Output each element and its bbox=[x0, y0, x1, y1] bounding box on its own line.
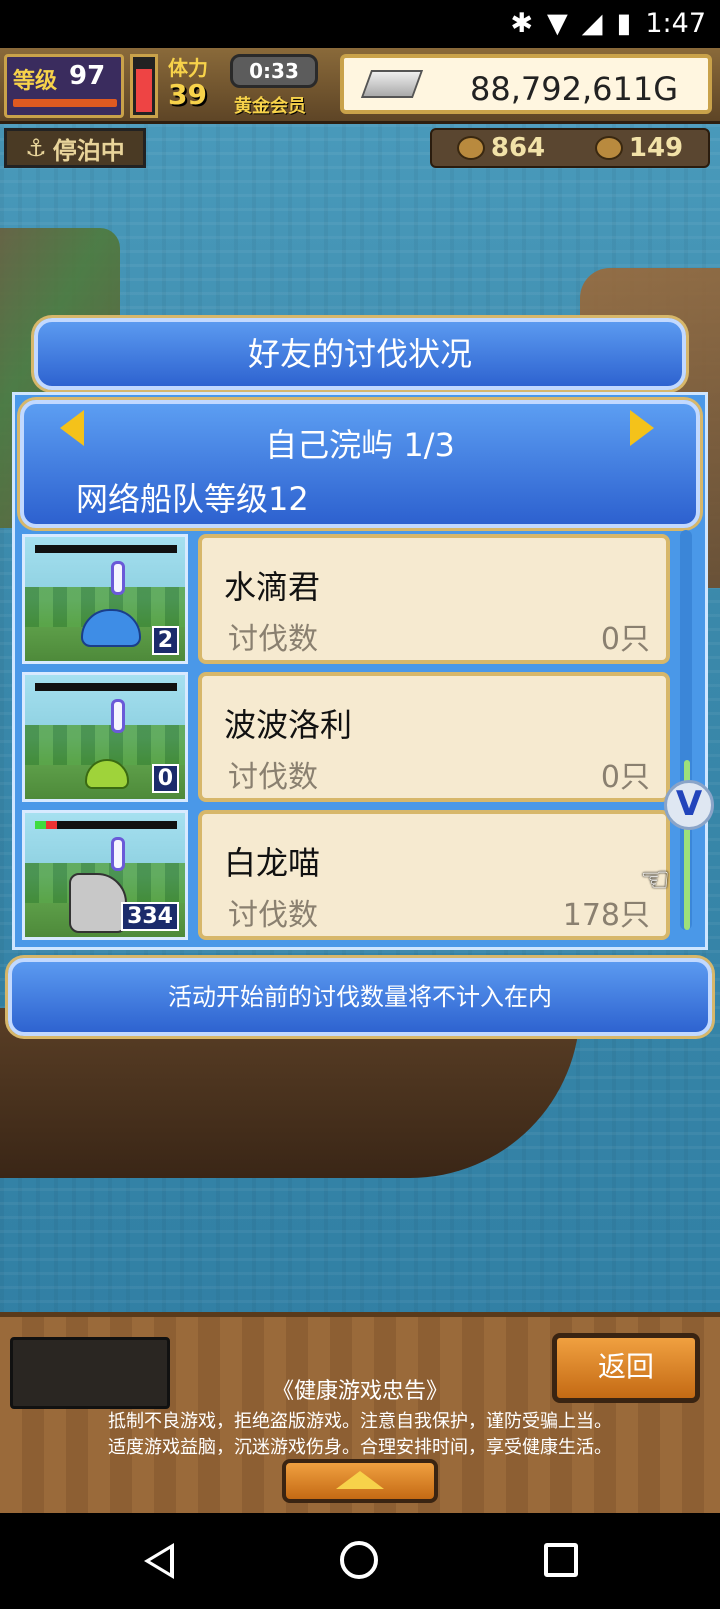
hand-pointer-icon: ☜ bbox=[640, 860, 671, 900]
kill-label: 讨伐数 bbox=[228, 760, 318, 795]
monster-name: 白龙喵 bbox=[224, 844, 321, 882]
nav-home-icon[interactable] bbox=[340, 1541, 378, 1579]
kill-value: 0只 bbox=[600, 622, 650, 657]
medal-icon bbox=[594, 136, 623, 160]
wifi-icon: ▼ bbox=[546, 8, 568, 39]
list-item[interactable]: 2 水滴君 讨伐数 0只 bbox=[22, 534, 670, 664]
cannon-icon bbox=[456, 136, 485, 160]
status-bar: ✱ ▼ ◢ ▮ 1:47 bbox=[0, 0, 720, 48]
advisory-line-2: 适度游戏益脑，沉迷游戏伤身。合理安排时间，享受健康生活。 bbox=[108, 1437, 612, 1458]
monster-thumbnail: 0 bbox=[22, 672, 188, 802]
battery-icon: ▮ bbox=[616, 8, 632, 39]
kill-value: 178只 bbox=[562, 898, 650, 933]
monster-name: 水滴君 bbox=[224, 568, 321, 606]
exclamation-icon bbox=[111, 561, 125, 595]
sub-hud: ⚓ 停泊中 864 149 bbox=[0, 124, 720, 168]
list-item[interactable]: 0 波波洛利 讨伐数 0只 bbox=[22, 672, 670, 802]
monster-hp-bar bbox=[35, 683, 177, 691]
monster-hp-bar bbox=[35, 821, 177, 829]
dialog-title: 好友的讨伐状况 bbox=[34, 318, 686, 390]
nav-back-icon[interactable] bbox=[144, 1543, 174, 1579]
docked-label: 停泊中 bbox=[52, 136, 125, 165]
up-arrow-icon bbox=[336, 1471, 384, 1489]
gold-value: 88,792,611G bbox=[469, 70, 678, 108]
monster-name: 波波洛利 bbox=[224, 706, 353, 744]
advisory-line-1: 抵制不良游戏，拒绝盗版游戏。注意自我保护，谨防受骗上当。 bbox=[108, 1411, 612, 1432]
level-label: 等级 bbox=[13, 69, 58, 94]
monster-thumbnail: 334 bbox=[22, 810, 188, 940]
resource-1-value: 864 bbox=[490, 133, 546, 163]
resources-panel: 864 149 bbox=[430, 128, 710, 168]
gold-panel: 88,792,611G bbox=[340, 54, 712, 114]
android-nav-bar bbox=[0, 1513, 720, 1609]
bottom-panel: 返回 《健康游戏忠告》 抵制不良游戏，拒绝盗版游戏。注意自我保护，谨防受骗上当。… bbox=[0, 1312, 720, 1513]
monster-hp-bar bbox=[35, 545, 177, 553]
silver-bar-icon bbox=[360, 70, 424, 98]
fleet-level: 网络船队等级12 bbox=[76, 480, 309, 518]
level-panel: 等级 97 bbox=[4, 54, 124, 118]
exclamation-icon bbox=[111, 837, 125, 871]
kill-label: 讨伐数 bbox=[228, 622, 318, 657]
notice-banner: 活动开始前的讨伐数量将不计入在内 bbox=[8, 958, 712, 1036]
monster-card: 白龙喵 讨伐数 178只 bbox=[198, 810, 670, 940]
monster-count: 2 bbox=[151, 626, 179, 655]
kill-value: 0只 bbox=[600, 760, 650, 795]
kill-label: 讨伐数 bbox=[228, 898, 318, 933]
resource-2-value: 149 bbox=[628, 133, 684, 163]
white-dragon-monster-icon bbox=[69, 873, 127, 933]
stamina-timer: 0:33 bbox=[230, 54, 318, 88]
scroll-down-icon[interactable]: V bbox=[664, 780, 714, 830]
exp-bar bbox=[13, 99, 117, 107]
monster-count: 334 bbox=[121, 902, 179, 931]
advisory-title: 《健康游戏忠告》 bbox=[271, 1379, 448, 1404]
exclamation-icon bbox=[111, 699, 125, 733]
list-item[interactable]: 334 白龙喵 讨伐数 178只 bbox=[22, 810, 670, 940]
stamina-value: 39 bbox=[168, 78, 207, 111]
stamina-gauge bbox=[130, 54, 158, 118]
clock: 1:47 bbox=[645, 8, 706, 39]
top-hud: 等级 97 体力 39 0:33 黄金会员 88,792,611G bbox=[0, 48, 720, 124]
nav-recents-icon[interactable] bbox=[544, 1543, 578, 1577]
expand-menu-button[interactable] bbox=[282, 1459, 438, 1503]
anchor-icon: ⚓ bbox=[25, 134, 47, 162]
monster-card: 波波洛利 讨伐数 0只 bbox=[198, 672, 670, 802]
bluetooth-icon: ✱ bbox=[510, 8, 533, 39]
island-name: 自己浣屿 1/3 bbox=[265, 426, 455, 464]
level-value: 97 bbox=[69, 61, 106, 91]
monster-card: 水滴君 讨伐数 0只 bbox=[198, 534, 670, 664]
membership-badge[interactable]: 黄金会员 bbox=[234, 92, 306, 118]
signal-icon: ◢ bbox=[581, 8, 603, 39]
docked-status[interactable]: ⚓ 停泊中 bbox=[4, 128, 146, 168]
monster-count: 0 bbox=[151, 764, 179, 793]
stamina-label: 体力 bbox=[168, 56, 208, 80]
monster-thumbnail: 2 bbox=[22, 534, 188, 664]
